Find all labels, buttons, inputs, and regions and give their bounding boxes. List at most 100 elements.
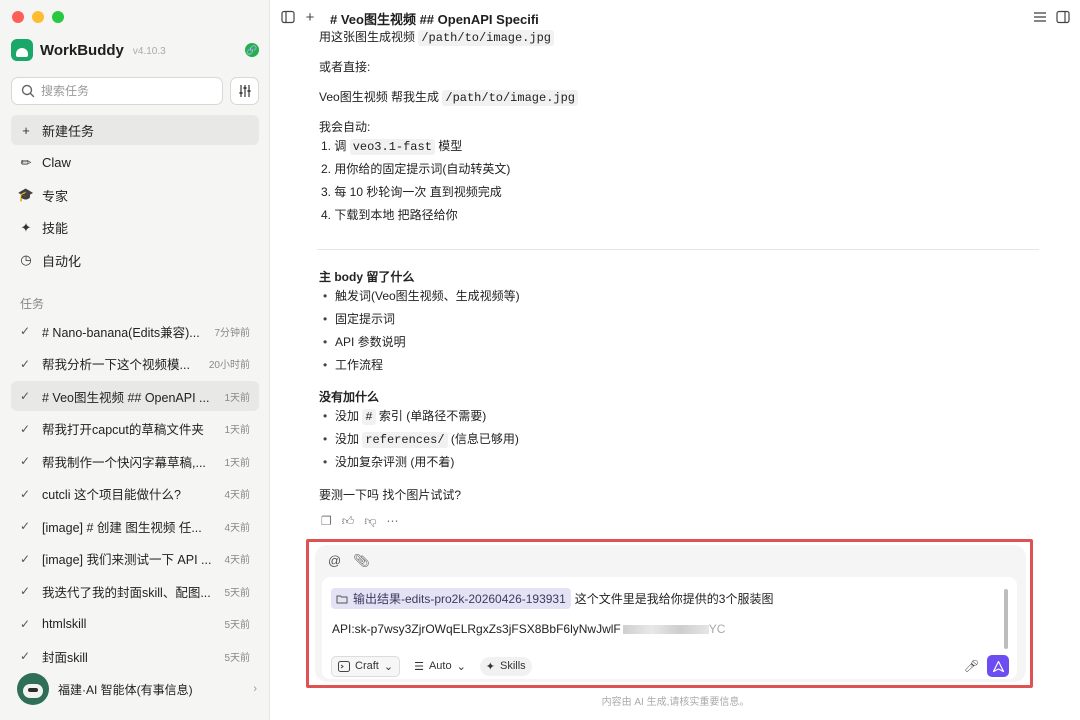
new-tab-plus-icon[interactable]: +: [302, 9, 318, 26]
zoom-window-button[interactable]: [52, 11, 64, 23]
app-window: WorkBuddy v4.10.3 🔗 + 新建任务 ✏ Claw 🎓 专家: [0, 0, 1080, 720]
sidebar-toggle-icon[interactable]: [280, 9, 296, 25]
sidebar-item-label: 专家: [42, 188, 69, 204]
task-title: [image] 我们来测试一下 API ...: [42, 553, 212, 567]
text: 用这张图生成视频: [319, 30, 416, 44]
inline-code: #: [362, 409, 376, 425]
task-time: 1天前: [224, 457, 250, 469]
task-time: 4天前: [224, 555, 250, 566]
task-title: 封面skill: [42, 650, 88, 665]
list-item[interactable]: ✓ [image] 我们来测试一下 API ... 4天前: [11, 544, 259, 574]
composer: @ 📎︎ 输出结果-edits-pro2k-20260426-193931 这个…: [315, 545, 1026, 682]
skills-button[interactable]: ✦ Skills: [479, 656, 532, 676]
text: 索引 (单路径不需要): [378, 409, 487, 423]
divider: [317, 249, 1039, 250]
list-item[interactable]: ✓ # Veo图生视频 ## OpenAPI ... 1天前: [11, 381, 259, 411]
message-actions: ❐ 👍︎ 👎︎ ⋯: [321, 514, 399, 529]
close-window-button[interactable]: [12, 11, 24, 23]
sidebar-item-new-task[interactable]: + 新建任务: [11, 115, 259, 145]
chevron-down-icon: ⌄: [383, 660, 394, 673]
sliders-icon: [239, 85, 250, 97]
check-icon: ✓: [20, 486, 31, 501]
inline-code: /path/to/image.jpg: [418, 30, 554, 46]
list-item[interactable]: ✓ # Nano-banana(Edits兼容)... 7分钟前: [11, 316, 259, 346]
input-line: API:sk-p7wsy3ZjrOWqELRgxZs3jFSX8BbF6lyNw…: [332, 622, 725, 636]
text: 模型: [438, 139, 463, 153]
check-icon: ✓: [20, 356, 31, 371]
check-icon: ✓: [20, 551, 31, 566]
plus-icon: +: [22, 122, 30, 138]
magic-wand-icon: ✦: [20, 219, 32, 235]
text: (信息已够用): [450, 432, 519, 446]
sidebar-item-label: 新建任务: [42, 123, 95, 139]
thumbs-down-icon[interactable]: 👎︎: [364, 514, 376, 529]
microphone-icon[interactable]: 🎤︎: [964, 659, 979, 673]
ai-disclaimer: 内容由 AI 生成,请核实重要信息。: [601, 697, 750, 708]
panel-toggle-icon[interactable]: [1055, 9, 1071, 25]
text: 没加: [335, 409, 360, 423]
list-item[interactable]: ✓ [image] # 创建 图生视频 任... 4天前: [11, 511, 259, 541]
input-text: API:sk-p7wsy3ZjrOWqELRgxZs3jFSX8BbF6lyNw…: [332, 622, 621, 636]
inline-code: /path/to/image.jpg: [442, 90, 578, 106]
list-item[interactable]: ✓ 封面skill 5天前: [11, 641, 259, 671]
paperclip-icon[interactable]: 📎︎: [353, 553, 370, 569]
sidebar-item-claw[interactable]: ✏ Claw: [11, 148, 259, 178]
task-time: 5天前: [224, 652, 250, 664]
sidebar-nav: + 新建任务 ✏ Claw 🎓 专家 ✦ 技能 ◷ 自动化: [11, 115, 259, 278]
minimize-window-button[interactable]: [32, 11, 44, 23]
task-time: 5天前: [224, 587, 250, 599]
folder-chip[interactable]: 输出结果-edits-pro2k-20260426-193931: [331, 588, 571, 609]
task-title: 帮我分析一下这个视频模...: [42, 358, 190, 372]
sidebar-item-skills[interactable]: ✦ 技能: [11, 213, 259, 243]
sidebar-item-label: 技能: [42, 221, 69, 236]
task-title: 帮我打开capcut的草稿文件夹: [42, 423, 204, 437]
check-icon: ✓: [20, 649, 31, 663]
message-input[interactable]: 输出结果-edits-pro2k-20260426-193931 这个文件里是我…: [322, 577, 1017, 679]
list-item[interactable]: ✓ htmlskill 5天前: [11, 609, 259, 639]
task-title: cutcli 这个项目能做什么?: [42, 488, 181, 502]
input-text: YC: [708, 622, 726, 636]
user-profile[interactable]: 福建·AI 智能体(有事信息) ›: [17, 673, 257, 705]
thumbs-up-icon[interactable]: 👍︎: [342, 514, 355, 529]
link-icon[interactable]: 🔗: [245, 43, 259, 57]
sidebar-item-experts[interactable]: 🎓 专家: [11, 180, 259, 210]
inline-code: references/: [362, 432, 448, 448]
sidebar-item-automation[interactable]: ◷ 自动化: [11, 245, 259, 275]
at-mention-icon[interactable]: @: [328, 553, 341, 569]
search-box[interactable]: [11, 77, 223, 105]
list-item[interactable]: ✓ 帮我打开capcut的草稿文件夹 1天前: [11, 414, 259, 444]
magic-wand-icon: ✦: [485, 660, 496, 673]
filter-button[interactable]: [230, 77, 259, 105]
main-panel: + # Veo图生视频 ## OpenAPI Specifi 用这张图生成视频 …: [271, 0, 1080, 720]
task-list: ✓ # Nano-banana(Edits兼容)... 7分钟前 ✓ 帮我分析一下这个…: [11, 316, 259, 674]
check-icon: ✓: [20, 324, 31, 338]
more-icon[interactable]: ⋯: [387, 514, 399, 529]
sidebar: WorkBuddy v4.10.3 🔗 + 新建任务 ✏ Claw 🎓 专家: [0, 0, 270, 720]
task-title: # Nano-banana(Edits兼容)...: [42, 325, 200, 340]
task-time: 4天前: [224, 522, 250, 534]
craft-mode-dropdown[interactable]: Craft ⌄: [331, 655, 401, 677]
clock-icon: ◷: [20, 252, 32, 267]
tasks-section-label: 任务: [20, 297, 45, 311]
check-icon: ✓: [20, 584, 31, 598]
search-input[interactable]: [41, 84, 211, 98]
folder-icon: [336, 595, 348, 603]
task-time: 20小时前: [208, 360, 250, 371]
scrollbar[interactable]: [1004, 589, 1008, 649]
task-title: [image] # 创建 图生视频 任...: [42, 520, 202, 535]
user-name: 福建·AI 智能体(有事信息): [58, 682, 193, 697]
send-button[interactable]: [987, 655, 1009, 677]
list-item[interactable]: ✓ 帮我分析一下这个视频模... 20小时前: [11, 349, 259, 379]
list-item: API 参数说明: [319, 333, 406, 350]
menu-icon[interactable]: [1032, 9, 1048, 25]
terminal-icon: [338, 660, 350, 672]
copy-icon[interactable]: ❐: [321, 514, 332, 529]
section-heading: 没有加什么: [319, 390, 380, 404]
task-time: 5天前: [224, 620, 250, 631]
composer-toolbar: Craft ⌄ ☰ Auto ⌄ ✦ Skills 🎤︎: [331, 655, 1009, 677]
list-item[interactable]: ✓ 帮我制作一个快闪字幕草稿,... 1天前: [11, 446, 259, 476]
list-item[interactable]: ✓ 我迭代了我的封面skill、配图... 5天前: [11, 576, 259, 606]
text-line: Veo图生视频 帮我生成 /path/to/image.jpg: [319, 88, 578, 106]
list-item[interactable]: ✓ cutcli 这个项目能做什么? 4天前: [11, 479, 259, 509]
auto-model-dropdown[interactable]: ☰ Auto ⌄: [408, 657, 472, 676]
